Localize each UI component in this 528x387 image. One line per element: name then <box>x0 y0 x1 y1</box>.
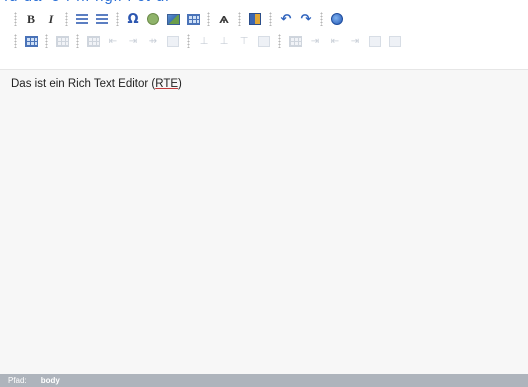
col-tool-c-button[interactable]: ⇥ <box>346 32 364 50</box>
undo-icon: ↶ <box>280 11 292 27</box>
insert-col-after-button[interactable]: ⊥ <box>215 32 233 50</box>
col-tool-e-icon <box>389 35 401 47</box>
toolbar-separator <box>187 34 190 48</box>
col-tool-b-icon: ⇤ <box>330 35 340 47</box>
delete-col-icon: ⊤ <box>239 35 249 47</box>
insert-col-after-icon: ⊥ <box>219 35 229 47</box>
row-properties-button[interactable] <box>53 32 71 50</box>
ordered-list-button[interactable] <box>73 10 91 28</box>
unordered-list-icon <box>96 14 108 24</box>
globe-icon <box>331 13 343 25</box>
split-cells-icon <box>258 35 270 47</box>
status-path-label: Pfad: <box>8 376 27 385</box>
toolbar-separator <box>238 12 241 26</box>
table-icon <box>186 13 200 25</box>
editor-content-area[interactable]: Das ist ein Rich Text Editor (RTE) <box>0 69 528 374</box>
col-tool-c-icon: ⇥ <box>350 35 360 47</box>
ordered-list-icon <box>76 14 88 24</box>
split-cells-button[interactable] <box>255 32 273 50</box>
status-path-body[interactable]: body <box>41 376 60 385</box>
smiley-icon <box>147 13 159 25</box>
toolbar-table-tools: ⇤ ⇥ ⇸ ⊥ ⊥ ⊤ ⇥ ⇤ ⇥ <box>0 30 528 52</box>
insert-row-before-icon: ⇤ <box>108 35 118 47</box>
editor-text: Das ist ein Rich Text Editor (RTE) <box>11 78 182 90</box>
insert-row-before-button[interactable]: ⇤ <box>104 32 122 50</box>
editor-status-bar: Pfad: body <box>0 374 528 387</box>
col-tool-d-button[interactable] <box>366 32 384 50</box>
toolbar-separator <box>14 12 17 26</box>
col-tool-e-button[interactable] <box>386 32 404 50</box>
insert-table-button[interactable] <box>184 10 202 28</box>
toolbar-separator <box>45 34 48 48</box>
col-tool-d-icon <box>369 35 381 47</box>
toolbar-separator <box>207 12 210 26</box>
col-tool-a-button[interactable]: ⇥ <box>306 32 324 50</box>
table-cell-icon <box>86 35 100 47</box>
italic-button[interactable]: I <box>42 10 60 28</box>
toolbar-separator <box>76 34 79 48</box>
rich-text-editor: B I Ω ѧ ↶ ↷ ⇤ ⇥ ⇸ ⊥ ⊥ ⊤ ⇥ ⇤ ⇥ Das ist ei… <box>0 8 528 387</box>
table-icon <box>24 35 38 47</box>
page-heading-cut-off: fu da 'o f ni ngli l ct di <box>4 0 524 8</box>
abbreviation-rte: RTE <box>155 78 179 90</box>
merge-cells-button[interactable] <box>164 32 182 50</box>
insert-row-after-button[interactable]: ⇥ <box>124 32 142 50</box>
insert-row-after-icon: ⇥ <box>128 35 138 47</box>
unordered-list-button[interactable] <box>93 10 111 28</box>
toolbar-separator <box>320 12 323 26</box>
image-icon <box>166 13 180 25</box>
toolbar-separator <box>116 12 119 26</box>
toolbar-separator <box>269 12 272 26</box>
editor-text-main: Das ist ein Rich Text Editor ( <box>11 78 156 90</box>
toolbar-separator <box>278 34 281 48</box>
insert-col-before-button[interactable]: ⊥ <box>195 32 213 50</box>
find-button[interactable]: ѧ <box>215 10 233 28</box>
col-tool-a-icon: ⇥ <box>310 35 320 47</box>
toolbar-separator <box>65 12 68 26</box>
bold-button[interactable]: B <box>22 10 40 28</box>
redo-button[interactable]: ↷ <box>297 10 315 28</box>
col-tool-b-button[interactable]: ⇤ <box>326 32 344 50</box>
toolbar-formatting: B I Ω ѧ ↶ ↷ <box>0 8 528 30</box>
insert-col-before-icon: ⊥ <box>199 35 209 47</box>
editor-text-close: ) <box>178 78 182 90</box>
cell-properties-button[interactable] <box>84 32 102 50</box>
row-tool-icon <box>288 35 302 47</box>
toolbar-separator <box>14 34 17 48</box>
delete-row-icon: ⇸ <box>148 35 158 47</box>
delete-col-button[interactable]: ⊤ <box>235 32 253 50</box>
binoculars-icon: ѧ <box>219 12 229 26</box>
insert-smiley-button[interactable] <box>144 10 162 28</box>
insert-image-button[interactable] <box>164 10 182 28</box>
merge-cells-icon <box>167 35 179 47</box>
help-button[interactable] <box>328 10 346 28</box>
table-row-icon <box>55 35 69 47</box>
row-tool-button[interactable] <box>286 32 304 50</box>
delete-row-button[interactable]: ⇸ <box>144 32 162 50</box>
spellcheck-button[interactable] <box>246 10 264 28</box>
table-properties-button[interactable] <box>22 32 40 50</box>
book-icon <box>249 13 261 25</box>
special-character-button[interactable]: Ω <box>124 10 142 28</box>
undo-button[interactable]: ↶ <box>277 10 295 28</box>
redo-icon: ↷ <box>300 11 312 27</box>
